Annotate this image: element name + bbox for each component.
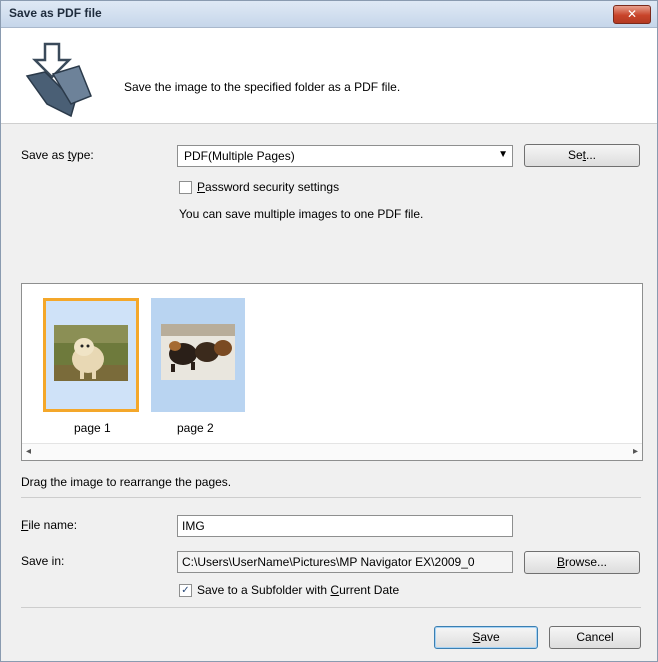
set-button[interactable]: Set... (524, 144, 640, 167)
page-thumbnail-2[interactable] (151, 298, 245, 412)
subfolder-date-checkbox[interactable]: ✓ (179, 584, 192, 597)
dog-photo-2 (161, 324, 235, 380)
file-name-label: File name: (21, 518, 78, 532)
password-security-label: Password security settings (197, 180, 340, 194)
close-button[interactable]: ✕ (613, 5, 651, 24)
page-thumbnail-1[interactable] (43, 298, 139, 412)
save-as-type-value: PDF(Multiple Pages) (184, 149, 295, 163)
dialog-header: Save the image to the specified folder a… (1, 28, 657, 124)
info-text: You can save multiple images to one PDF … (179, 207, 424, 221)
save-in-value: C:\Users\UserName\Pictures\MP Navigator … (182, 555, 475, 569)
window-title: Save as PDF file (9, 6, 102, 20)
divider (21, 607, 641, 608)
save-in-label: Save in: (21, 554, 65, 568)
browse-button[interactable]: Browse... (524, 551, 640, 574)
save-as-pdf-dialog: Save as PDF file ✕ Save the image to the… (0, 0, 658, 662)
cancel-button[interactable]: Cancel (549, 626, 641, 649)
save-to-folder-icon (25, 42, 92, 118)
file-name-value: IMG (182, 519, 205, 533)
save-as-type-select[interactable]: PDF(Multiple Pages) ▼ (177, 145, 513, 167)
password-security-checkbox[interactable] (179, 181, 192, 194)
drag-hint: Drag the image to rearrange the pages. (21, 475, 232, 489)
save-in-field: C:\Users\UserName\Pictures\MP Navigator … (177, 551, 513, 573)
scroll-right-icon[interactable]: ▸ (633, 446, 638, 457)
page-thumbnail-list[interactable]: page 1 page 2 ◂ ▸ (21, 283, 643, 461)
dog-photo-1 (54, 325, 128, 381)
title-bar[interactable]: Save as PDF file ✕ (1, 1, 657, 28)
horizontal-scrollbar[interactable]: ◂ ▸ (22, 443, 642, 460)
chevron-down-icon: ▼ (498, 149, 508, 160)
save-button[interactable]: Save (434, 626, 538, 649)
subfolder-date-label: Save to a Subfolder with Current Date (197, 583, 400, 597)
divider (21, 497, 641, 498)
dialog-description: Save the image to the specified folder a… (124, 80, 401, 94)
file-name-field[interactable]: IMG (177, 515, 513, 537)
page-2-label: page 2 (177, 421, 214, 435)
save-as-type-label: Save as type: (21, 148, 94, 162)
page-1-label: page 1 (74, 421, 111, 435)
scroll-left-icon[interactable]: ◂ (26, 446, 31, 457)
